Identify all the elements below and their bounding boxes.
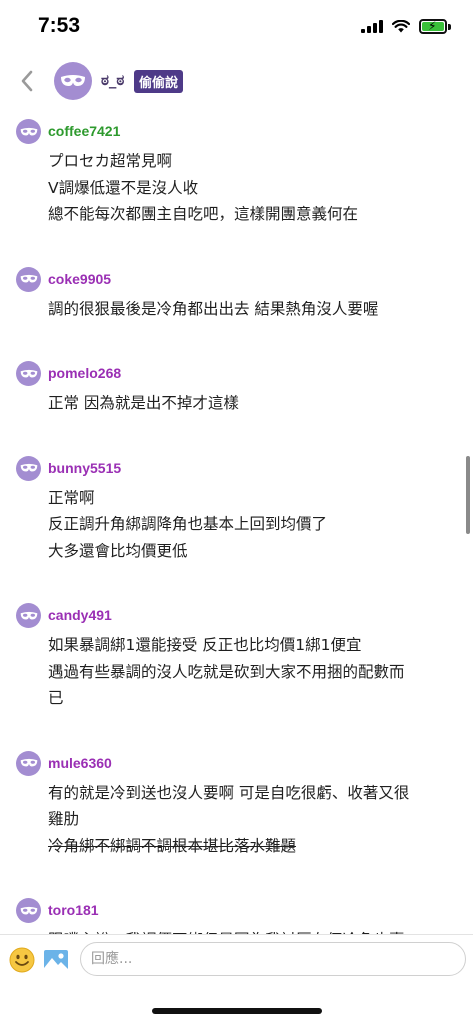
reply-input[interactable] — [80, 942, 466, 976]
status-icons: ⚡ — [361, 19, 451, 34]
comment-text-line: プロセカ超常見啊 — [48, 152, 173, 170]
commenter-username[interactable]: toro181 — [48, 887, 453, 921]
mask-icon — [20, 369, 37, 377]
anonymous-mask-avatar[interactable] — [54, 62, 92, 100]
emoji-icon — [9, 947, 35, 973]
scrollbar[interactable] — [466, 456, 470, 534]
comment-text-line: 正常 因為就是出不掉才這樣 — [48, 394, 239, 412]
battery-charging-icon: ⚡ — [419, 19, 447, 34]
mask-icon — [20, 463, 37, 472]
comment-body: 正常啊反正調升角綁調降角也基本上回到均價了 大多還會比均價更低 — [48, 485, 453, 565]
comment-body: プロセカ超常見啊 V調爆低還不是沒人收總不能每次都團主自吃吧，這樣開團意義何在 — [48, 148, 453, 228]
mask-icon — [61, 75, 85, 86]
commenter-avatar[interactable] — [16, 750, 41, 776]
commenter-username[interactable]: candy491 — [48, 592, 453, 626]
emoji-button[interactable] — [9, 947, 35, 973]
mask-icon — [20, 758, 37, 767]
poster-name: ಠ_ಠ — [101, 71, 125, 89]
commenter-avatar[interactable] — [16, 455, 41, 481]
status-bar: 7:53 ⚡ — [0, 0, 473, 56]
image-icon — [44, 950, 68, 970]
comment-item: pomelo268 正常 因為就是出不掉才這樣 — [0, 350, 473, 417]
comment-feed[interactable]: coffee7421 プロセカ超常見啊 V調爆低還不是沒人收總不能每次都團主自吃吧，… — [0, 108, 473, 934]
comment-text-line: 雞肋 — [48, 810, 80, 828]
comment-text-line: V調爆低還不是沒人收 — [48, 178, 199, 197]
comment-text-line: 如果暴調綁1還能接受 反正也比均價1綁1便宜 — [48, 636, 362, 654]
comment-item: bunny5515 正常啊反正調升角綁調降角也基本上回到均價了 大多還會比均價更低 — [0, 445, 473, 565]
comment-text-line: 總不能每次都團主自吃吧，這樣開團意義何在 — [48, 205, 359, 223]
comment-strikethrough-line: 冷角綁不綁調不調根本堪比落水難題 — [48, 836, 297, 855]
comment-body: 跟噗主說，我調價不綁但是因為我討厭有個冷角也賣不掉，所以會暴調到讓那個角色價格=… — [48, 927, 453, 934]
wifi-icon — [392, 20, 410, 33]
comment-text-line: 已 — [48, 689, 64, 707]
mask-icon — [20, 906, 37, 914]
chevron-left-icon — [21, 70, 33, 92]
comment-body: 如果暴調綁1還能接受 反正也比均價1綁1便宜遇過有些暴調的沒人吃就是砍到大家不用… — [48, 632, 453, 712]
comment-body: 正常 因為就是出不掉才這樣 — [48, 390, 453, 417]
commenter-avatar[interactable] — [16, 361, 41, 386]
comment-text-line: 正常啊 — [48, 488, 95, 507]
cellular-signal-icon — [361, 20, 383, 33]
comment-text-line: 跟噗主說，我調價不綁但是因為我討厭有個冷角也賣 — [48, 927, 453, 934]
home-indicator[interactable] — [152, 1008, 322, 1014]
comment-text-line: 反正調升角綁調降角也基本上回到均價了 — [48, 515, 328, 533]
commenter-username[interactable]: mule6360 — [48, 740, 453, 774]
commenter-avatar[interactable] — [16, 898, 41, 923]
comment-item: toro181 跟噗主說，我調價不綁但是因為我討厭有個冷角也賣不掉，所以會暴調到讓… — [0, 887, 473, 934]
comment-text-line: 有的就是冷到送也沒人要啊 可是自吃很虧、收著又很 — [48, 783, 410, 802]
reply-composer — [0, 934, 473, 993]
mask-icon — [20, 611, 37, 619]
commenter-username[interactable]: coffee7421 — [48, 108, 453, 142]
thread-header: ಠ_ಠ 偷偷說 — [0, 56, 473, 108]
mask-icon — [20, 274, 37, 283]
commenter-avatar[interactable] — [16, 266, 41, 292]
comment-text-line: 遇過有些暴調的沒人吃就是砍到大家不用捆的配數而 — [48, 662, 405, 681]
comment-body: 調的很狠最後是冷角都出出去 結果熱角沒人要喔 — [48, 296, 453, 323]
comment-text-line: 大多還會比均價更低 — [48, 541, 188, 560]
commenter-username[interactable]: coke9905 — [48, 256, 453, 290]
comment-text-line: 調的很狠最後是冷角都出出去 結果熱角沒人要喔 — [48, 299, 379, 318]
anonymous-badge: 偷偷說 — [134, 70, 184, 93]
comment-item: mule6360 有的就是冷到送也沒人要啊 可是自吃很虧、收著又很 雞肋冷角綁不綁調… — [0, 740, 473, 860]
commenter-avatar[interactable] — [16, 603, 41, 628]
back-button[interactable] — [12, 66, 42, 96]
comment-item: coffee7421 プロセカ超常見啊 V調爆低還不是沒人收總不能每次都團主自吃吧，… — [0, 108, 473, 228]
image-upload-button[interactable] — [43, 947, 69, 973]
comment-item: candy491 如果暴調綁1還能接受 反正也比均價1綁1便宜遇過有些暴調的沒人吃… — [0, 592, 473, 712]
commenter-username[interactable]: pomelo268 — [48, 350, 453, 384]
comment-body: 有的就是冷到送也沒人要啊 可是自吃很虧、收著又很 雞肋冷角綁不綁調不調根本堪比落水… — [48, 780, 453, 860]
commenter-avatar[interactable] — [16, 119, 41, 144]
commenter-username[interactable]: bunny5515 — [48, 445, 453, 479]
comment-item: coke9905 調的很狠最後是冷角都出出去 結果熱角沒人要喔 — [0, 256, 473, 323]
mask-icon — [20, 127, 37, 135]
status-time: 7:53 — [38, 14, 81, 37]
